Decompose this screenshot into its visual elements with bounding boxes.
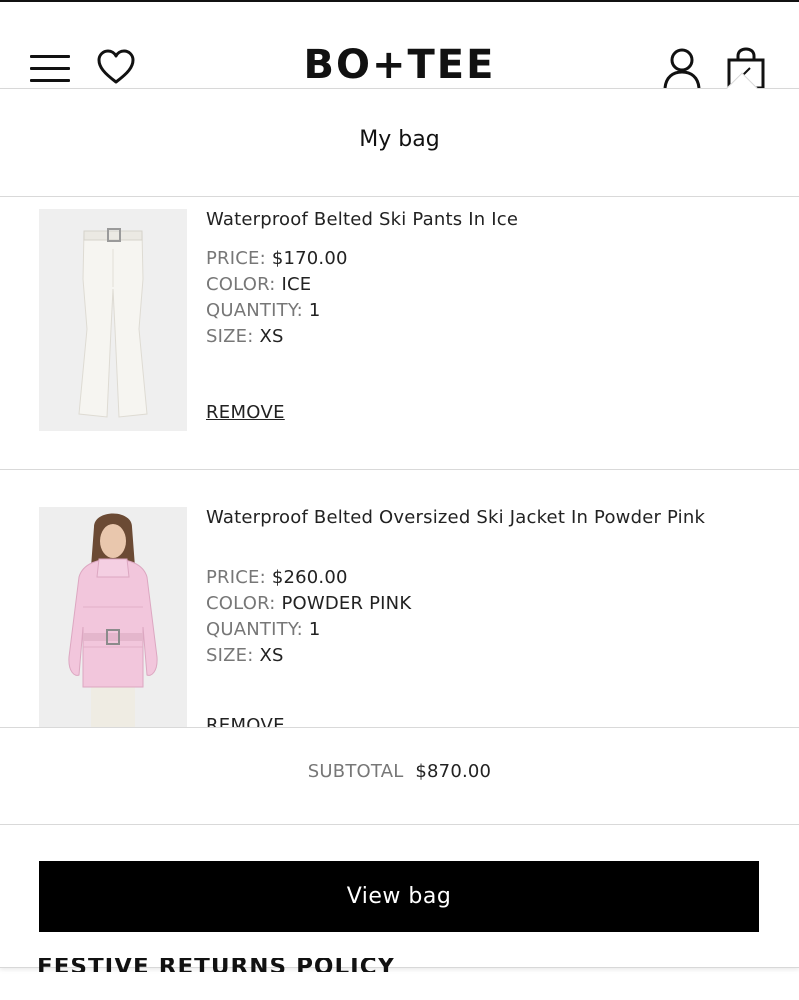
account-icon[interactable] [660,46,704,90]
site-header: BO+TEE [0,2,799,90]
quantity-value: 1 [308,619,321,640]
product-image-jacket[interactable] [39,507,187,727]
price-line: PRICE: $170.00 [206,248,348,269]
color-line: COLOR: ICE [206,274,312,295]
divider [0,469,799,470]
bag-items-list[interactable]: Waterproof Belted Ski Pants In Ice PRICE… [0,197,799,727]
color-value: POWDER PINK [281,593,412,614]
bag-title: My bag [359,127,440,152]
subtotal-value: $870.00 [415,761,492,782]
color-value: ICE [281,274,312,295]
size-value: XS [259,645,284,666]
subtotal-label: SUBTOTAL [307,761,404,782]
subtotal-row: SUBTOTAL $870.00 [0,761,799,782]
quantity-value: 1 [308,300,321,321]
festive-returns-heading: FESTIVE RETURNS POLICY [37,958,396,972]
product-name[interactable]: Waterproof Belted Ski Pants In Ice [206,209,766,230]
size-value: XS [259,326,284,347]
price-value: $260.00 [271,567,348,588]
size-line: SIZE: XS [206,326,284,347]
price-line: PRICE: $260.00 [206,567,348,588]
divider [0,727,799,728]
color-line: COLOR: POWDER PINK [206,593,412,614]
price-value: $170.00 [271,248,348,269]
size-line: SIZE: XS [206,645,284,666]
remove-item-button[interactable]: REMOVE [206,402,285,423]
product-image-pants[interactable] [39,209,187,431]
divider [0,824,799,825]
remove-item-button[interactable]: REMOVE [206,715,285,727]
quantity-line: QUANTITY: 1 [206,619,321,640]
bag-dropdown-panel: My bag Waterproof Belted Ski Pants In Ic… [0,88,799,968]
quantity-line: QUANTITY: 1 [206,300,321,321]
view-bag-button[interactable]: View bag [39,861,759,932]
product-name[interactable]: Waterproof Belted Oversized Ski Jacket I… [206,507,766,528]
